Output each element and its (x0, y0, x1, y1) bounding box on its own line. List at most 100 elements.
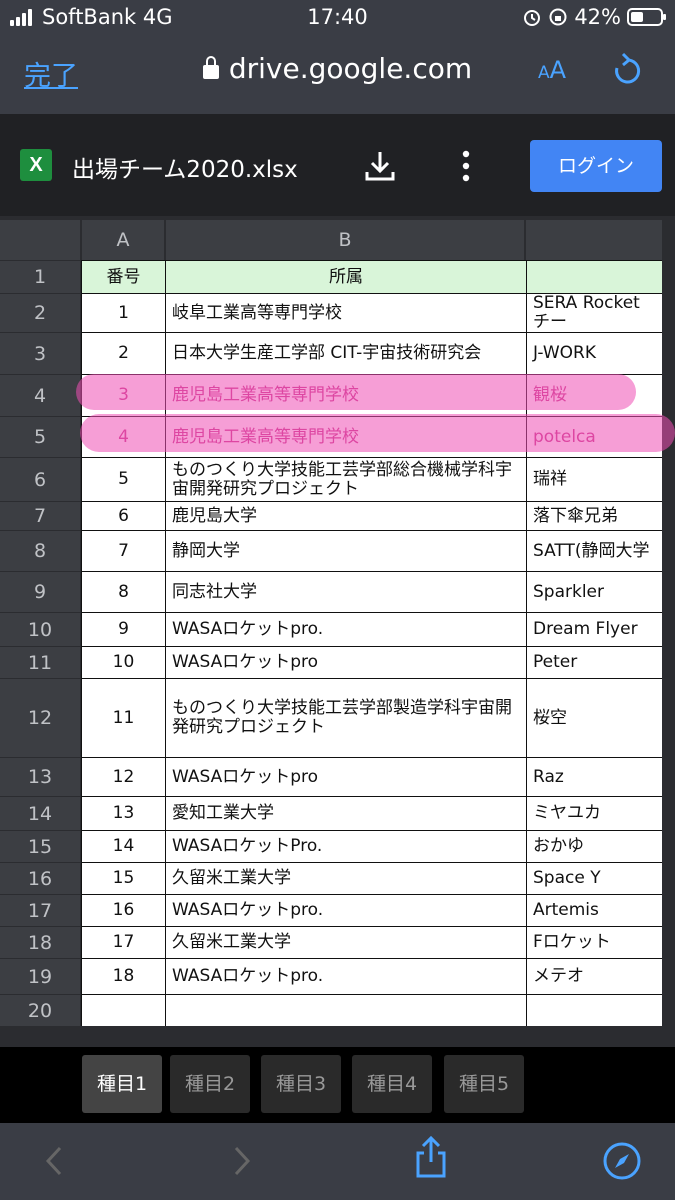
cell-c[interactable]: Dream Flyer (526, 612, 662, 646)
more-options-icon[interactable] (458, 148, 474, 184)
cell-b[interactable]: WASAロケットpro. (165, 612, 526, 646)
login-button[interactable]: ログイン (530, 140, 662, 192)
cell-c[interactable] (526, 994, 662, 1026)
cell-c[interactable]: 桜空 (526, 678, 662, 757)
cell-b[interactable]: WASAロケットpro. (165, 958, 526, 994)
row-number[interactable]: 17 (0, 894, 80, 926)
cell-a[interactable]: 14 (81, 830, 165, 862)
cell-a[interactable]: 6 (81, 501, 165, 530)
url-text: drive.google.com (228, 52, 473, 85)
header-cell-b[interactable]: 所属 (165, 260, 526, 293)
cell-a[interactable]: 15 (81, 862, 165, 894)
reload-icon[interactable] (610, 50, 644, 90)
cell-a[interactable]: 1 (81, 293, 165, 332)
cell-b[interactable]: 鹿児島大学 (165, 501, 526, 530)
spreadsheet: A B 1 番号 所属 2 1 岐阜工業高等専門学校 SERA Rocketチー 3 2 日本大学… (0, 216, 675, 1026)
row-number[interactable]: 7 (0, 501, 80, 530)
cell-c[interactable]: J-WORK (526, 332, 662, 374)
text-size-button[interactable]: AA (538, 56, 566, 84)
cell-a[interactable] (81, 994, 165, 1026)
text-size-small-label: A (538, 63, 550, 83)
cell-b[interactable]: WASAロケットpro (165, 646, 526, 678)
cell-b[interactable]: WASAロケットpro (165, 757, 526, 796)
cell-a[interactable]: 13 (81, 796, 165, 830)
row-number[interactable]: 9 (0, 571, 80, 612)
cell-b[interactable]: 久留米工業大学 (165, 862, 526, 894)
cell-b[interactable]: 静岡大学 (165, 530, 526, 571)
cell-c[interactable]: Fロケット (526, 926, 662, 958)
header-cell-a[interactable]: 番号 (81, 260, 165, 293)
cell-b[interactable]: ものつくり大学技能工芸学部総合機械学科宇宙開発研究プロジェクト (165, 457, 526, 501)
sheet-tab-1[interactable]: 種目1 (82, 1055, 162, 1113)
cell-b[interactable]: WASAロケットPro. (165, 830, 526, 862)
cell-c[interactable]: 落下傘兄弟 (526, 501, 662, 530)
row-number[interactable]: 5 (0, 416, 80, 457)
column-header-a[interactable]: A (82, 220, 164, 260)
compass-icon[interactable] (602, 1141, 642, 1181)
cell-b[interactable]: 同志社大学 (165, 571, 526, 612)
download-icon[interactable] (362, 148, 398, 184)
row-number[interactable]: 19 (0, 958, 80, 994)
cell-a[interactable]: 18 (81, 958, 165, 994)
row-number[interactable]: 1 (0, 260, 80, 293)
browser-toolbar (0, 1123, 675, 1200)
row-number[interactable]: 16 (0, 862, 80, 894)
lock-icon (202, 56, 219, 79)
cell-a[interactable]: 9 (81, 612, 165, 646)
cell-c[interactable]: Peter (526, 646, 662, 678)
row-number[interactable]: 10 (0, 612, 80, 646)
cell-a[interactable]: 16 (81, 894, 165, 926)
cell-a[interactable]: 12 (81, 757, 165, 796)
cell-b[interactable]: ものつくり大学技能工芸学部製造学科宇宙開発研究プロジェクト (165, 678, 526, 757)
cell-b[interactable]: 愛知工業大学 (165, 796, 526, 830)
row-number[interactable]: 14 (0, 796, 80, 830)
row-number[interactable]: 8 (0, 530, 80, 571)
row-number[interactable]: 20 (0, 994, 80, 1026)
cell-c[interactable]: Space Y (526, 862, 662, 894)
row-number[interactable]: 12 (0, 678, 80, 757)
back-icon[interactable] (44, 1145, 64, 1177)
row-number[interactable]: 11 (0, 646, 80, 678)
cell-b[interactable]: 日本大学生産工学部 CIT-宇宙技術研究会 (165, 332, 526, 374)
cell-c[interactable]: Sparkler (526, 571, 662, 612)
row-number[interactable]: 2 (0, 293, 80, 332)
cell-a[interactable]: 2 (81, 332, 165, 374)
alarm-icon (524, 10, 541, 26)
cell-b[interactable] (165, 994, 526, 1026)
rotation-lock-icon (549, 8, 567, 26)
cell-c[interactable]: SATT(静岡大学 (526, 530, 662, 571)
row-number[interactable]: 6 (0, 457, 80, 501)
cell-a[interactable]: 7 (81, 530, 165, 571)
cell-c[interactable]: 瑞祥 (526, 457, 662, 501)
cell-c[interactable]: メテオ (526, 958, 662, 994)
cell-c[interactable]: Raz (526, 757, 662, 796)
cell-c[interactable]: Artemis (526, 894, 662, 926)
row-number[interactable]: 4 (0, 374, 80, 416)
header-cell-c[interactable] (526, 260, 662, 293)
cell-a[interactable]: 17 (81, 926, 165, 958)
cell-b[interactable]: 久留米工業大学 (165, 926, 526, 958)
forward-icon[interactable] (232, 1145, 252, 1177)
sheet-tab-4[interactable]: 種目4 (352, 1055, 432, 1113)
row-number[interactable]: 13 (0, 757, 80, 796)
sheet-tab-5[interactable]: 種目5 (444, 1055, 524, 1113)
row-number[interactable]: 3 (0, 332, 80, 374)
cell-a[interactable]: 10 (81, 646, 165, 678)
battery-percent: 42% (574, 5, 621, 29)
row-number[interactable]: 15 (0, 830, 80, 862)
cell-a[interactable]: 11 (81, 678, 165, 757)
column-header-b[interactable]: B (166, 220, 524, 260)
sheet-tab-3[interactable]: 種目3 (261, 1055, 341, 1113)
column-header-c[interactable] (526, 220, 662, 260)
cell-c[interactable]: おかゆ (526, 830, 662, 862)
cell-b[interactable]: 岐阜工業高等専門学校 (165, 293, 526, 332)
share-icon[interactable] (414, 1135, 448, 1179)
row-number[interactable]: 18 (0, 926, 80, 958)
cell-a[interactable]: 5 (81, 457, 165, 501)
sheet-tab-2[interactable]: 種目2 (170, 1055, 250, 1113)
cell-a[interactable]: 8 (81, 571, 165, 612)
cell-c[interactable]: SERA Rocketチー (526, 293, 662, 332)
cell-b[interactable]: WASAロケットpro. (165, 894, 526, 926)
cell-c[interactable]: ミヤユカ (526, 796, 662, 830)
address-bar[interactable]: drive.google.com (0, 52, 675, 85)
